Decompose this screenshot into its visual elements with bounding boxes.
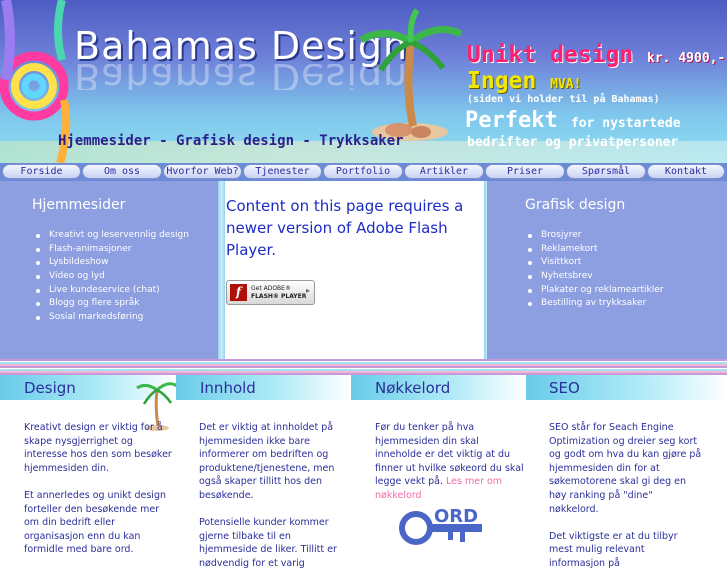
nav-tab-forside[interactable]: Forside [2,164,81,179]
column-body-seo: SEO står for Seach Engine Optimization o… [549,421,703,584]
promo-line4-small: for nystartede [570,116,681,131]
web-services-title: Hjemmesider [32,197,126,213]
graphic-design-title: Grafisk design [525,197,626,213]
list-item[interactable]: Sosial markedsføring [34,311,189,325]
innhold-paragraph-2: Potensielle kunder kommer gjerne tilbake… [199,517,337,569]
list-item[interactable]: Kreativt og leservennlig design [34,229,189,243]
nav-tab-portfolio[interactable]: Portfolio [323,164,403,179]
promo-line4-main: Perfekt [465,108,558,133]
column-title-nokkelord: Nøkkelord [375,379,451,397]
promo-line2-small: MVA! [550,77,582,92]
flash-badge-line2: FLASH® PLAYER [251,293,307,300]
rainbow-stripe-divider [0,359,727,375]
list-item[interactable]: Flash-animasjoner [34,243,189,257]
promo-unique-design: Unikt design kr. 4900,- [467,42,725,68]
list-item[interactable]: Plakater og reklameartikler [526,284,663,298]
adobe-flash-icon: f [230,284,247,301]
web-services-list: Kreativt og leservennlig design Flash-an… [34,229,189,325]
list-item[interactable]: Nyhetsbrev [526,270,663,284]
get-flash-player-button[interactable]: f Get ADOBE® FLASH® PLAYER ▸ [226,280,315,305]
header-tagline: Hjemmesider - Grafisk design - Trykksake… [58,133,404,149]
design-paragraph-1: Kreativt design er viktig for å skape ny… [24,422,172,474]
innhold-paragraph-1: Det er viktig at innholdet på hjemmeside… [199,422,335,501]
nav-tab-om-oss[interactable]: Om oss [82,164,162,179]
list-item[interactable]: Reklamekort [526,243,663,257]
graphic-design-panel: Grafisk design Brosjyrer Reklamekort Vis… [487,181,727,359]
nav-tab-sporsmal[interactable]: Spørsmål [566,164,646,179]
key-image-text: ORD [434,506,478,527]
panel-divider-left [218,181,225,359]
seo-paragraph-2: Det viktigste er at du tilbyr mest mulig… [549,530,678,569]
promo-line2-main: Ingen [467,68,537,94]
main-nav: Forside Om oss Hvorfor Web? Tjenester Po… [0,163,727,181]
list-item[interactable]: Video og lyd [34,270,189,284]
promo-line1-main: Unikt design [467,42,634,68]
list-item[interactable]: Brosjyrer [526,229,663,243]
nav-tab-kontakt[interactable]: Kontakt [647,164,725,179]
nav-tab-artikler[interactable]: Artikler [404,164,484,179]
nav-tab-priser[interactable]: Priser [485,164,565,179]
column-header-innhold: Innhold [176,375,351,400]
site-header: Bahamas Design Bahamas Design Hjemmeside… [0,0,727,163]
list-item[interactable]: Blogg og flere språk [34,297,189,311]
promo-audience: bedrifter og privatpersoner [467,135,679,150]
nav-tab-hvorfor-web[interactable]: Hvorfor Web? [163,164,242,179]
promo-no-vat: Ingen MVA! [467,68,581,94]
column-title-seo: SEO [549,379,580,397]
column-title-design: Design [24,379,76,397]
promo-line1-price: kr. 4900,- [647,51,726,66]
web-services-panel: Hjemmesider Kreativt og leservennlig des… [0,181,218,359]
key-ord-icon: ORD [399,506,482,545]
column-body-innhold: Det er viktig at innholdet på hjemmeside… [199,421,351,584]
download-arrow-icon: ▸ [305,286,310,295]
list-item[interactable]: Visittkort [526,256,663,270]
column-header-nokkelord: Nøkkelord [351,375,526,400]
list-item[interactable]: Lysbildeshow [34,256,189,270]
column-body-design: Kreativt design er viktig for å skape ny… [24,421,174,571]
column-title-innhold: Innhold [200,379,256,397]
promo-perfect: Perfekt for nystartede [465,108,681,133]
seo-paragraph-1: SEO står for Seach Engine Optimization o… [549,422,702,515]
graphic-design-list: Brosjyrer Reklamekort Visittkort Nyhetsb… [526,229,663,311]
flash-required-message: Content on this page requires a newer ve… [226,197,464,259]
flash-badge-line1: Get ADOBE® [251,285,291,292]
column-header-seo: SEO [526,375,727,400]
palm-tree-icon [359,8,463,141]
nav-tab-tjenester[interactable]: Tjenester [243,164,322,179]
promo-bahamas-note: (siden vi holder til på Bahamas) [467,94,660,105]
list-item[interactable]: Live kundeservice (chat) [34,284,189,298]
list-item[interactable]: Bestilling av trykksaker [526,297,663,311]
nokkelord-paragraph-1: Før du tenker på hva hjemmesiden din ska… [375,421,527,503]
design-paragraph-2: Et annerledes og unikt design forteller … [24,489,166,556]
